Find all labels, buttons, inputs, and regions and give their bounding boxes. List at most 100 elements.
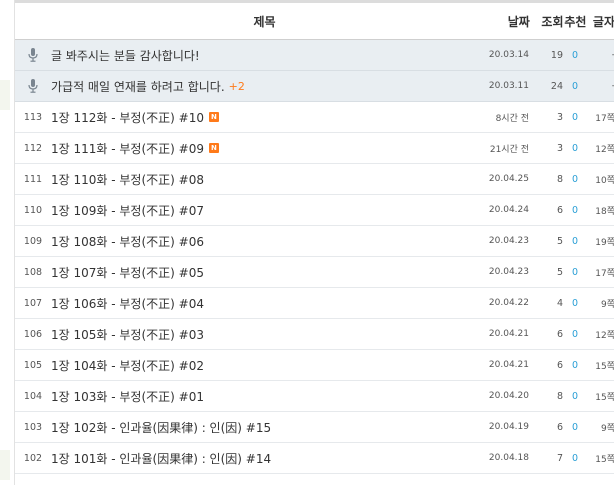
post-date: 20.04.25 <box>488 174 529 184</box>
view-count: 7 <box>556 452 563 464</box>
post-row[interactable]: 103 1장 102화 - 인과율(因果律) : 인(因) #15 20.04.19… <box>15 412 614 443</box>
view-count: 6 <box>556 328 563 340</box>
view-count: 8 <box>556 390 563 402</box>
char-count: 19쪽 <box>595 237 614 248</box>
reply-count: +2 <box>228 79 245 93</box>
header-title: 제목 <box>253 14 276 29</box>
post-date: 20.04.22 <box>488 298 529 308</box>
recommend-count: 0 <box>571 142 579 154</box>
view-count: 19 <box>550 49 563 61</box>
post-title-link[interactable]: 1장 104화 - 부정(不正) #02 <box>51 357 204 374</box>
char-count: 18쪽 <box>595 206 614 217</box>
post-date: 20.04.20 <box>488 391 529 401</box>
view-count: 6 <box>556 421 563 433</box>
header-views: 조회 <box>541 14 564 29</box>
char-count: - <box>587 50 614 60</box>
microphone-icon <box>15 48 51 62</box>
notice-row[interactable]: 글 봐주시는 분들 감사합니다! 20.03.14 19 0- <box>15 40 614 71</box>
post-number: 111 <box>23 173 43 185</box>
recommend-count: 0 <box>571 80 579 92</box>
microphone-icon <box>15 79 51 93</box>
post-row[interactable]: 102 1장 101화 - 인과율(因果律) : 인(因) #14 20.04.18… <box>15 443 614 474</box>
char-count: 12쪽 <box>595 330 614 341</box>
post-row[interactable]: 108 1장 107화 - 부정(不正) #05 20.04.23 5 0 17쪽 <box>15 257 614 288</box>
post-number: 106 <box>23 328 43 340</box>
char-count: 15쪽 <box>595 361 614 372</box>
post-date: 21시간 전 <box>489 144 529 155</box>
view-count: 5 <box>556 266 563 278</box>
notice-row[interactable]: 가급적 매일 연재를 하려고 합니다.+2 20.03.11 24 0- <box>15 71 614 102</box>
post-row[interactable]: 106 1장 105화 - 부정(不正) #03 20.04.21 6 0 12쪽 <box>15 319 614 350</box>
post-row[interactable]: 110 1장 109화 - 부정(不正) #07 20.04.24 6 0 18쪽 <box>15 195 614 226</box>
post-title-link[interactable]: 1장 103화 - 부정(不正) #01 <box>51 388 204 405</box>
post-title-link[interactable]: 1장 101화 - 인과율(因果律) : 인(因) #14 <box>51 450 271 467</box>
recommend-count: 0 <box>571 328 579 340</box>
post-row[interactable]: 109 1장 108화 - 부정(不正) #06 20.04.23 5 0 19쪽 <box>15 226 614 257</box>
post-row[interactable]: 107 1장 106화 - 부정(不正) #04 20.04.22 4 0 9쪽 <box>15 288 614 319</box>
post-date: 20.04.23 <box>488 267 529 277</box>
post-date: 8시간 전 <box>495 113 529 124</box>
view-count: 3 <box>556 142 563 154</box>
post-number: 113 <box>23 111 43 123</box>
char-count: 15쪽 <box>595 392 614 403</box>
side-marker <box>0 450 10 480</box>
new-badge: N <box>208 143 219 153</box>
char-count: 17쪽 <box>595 268 614 279</box>
post-number: 105 <box>23 359 43 371</box>
recommend-count: 0 <box>571 266 579 278</box>
post-date: 20.04.18 <box>488 453 529 463</box>
header-chars: 글자 <box>592 14 614 29</box>
post-date: 20.03.14 <box>488 50 529 60</box>
view-count: 4 <box>556 297 563 309</box>
post-number: 108 <box>23 266 43 278</box>
post-row[interactable]: 104 1장 103화 - 부정(不正) #01 20.04.20 8 0 15쪽 <box>15 381 614 412</box>
char-count: 10쪽 <box>595 175 614 186</box>
post-title-link[interactable]: 1장 112화 - 부정(不正) #10 <box>51 109 204 126</box>
post-title-link[interactable]: 1장 111화 - 부정(不正) #09 <box>51 140 204 157</box>
recommend-count: 0 <box>571 452 579 464</box>
char-count: 17쪽 <box>595 113 614 124</box>
post-title-link[interactable]: 1장 110화 - 부정(不正) #08 <box>51 171 204 188</box>
post-title-link[interactable]: 1장 105화 - 부정(不正) #03 <box>51 326 204 343</box>
header-recommend: 추천 <box>564 14 587 29</box>
char-count: - <box>587 81 614 91</box>
recommend-count: 0 <box>571 359 579 371</box>
post-row[interactable]: 111 1장 110화 - 부정(不正) #08 20.04.25 8 0 10쪽 <box>15 164 614 195</box>
post-title-link[interactable]: 1장 109화 - 부정(不正) #07 <box>51 202 204 219</box>
char-count: 9쪽 <box>600 299 614 310</box>
recommend-count: 0 <box>571 390 579 402</box>
new-badge: N <box>208 112 219 122</box>
post-date: 20.04.19 <box>488 422 529 432</box>
left-strip <box>0 0 14 485</box>
char-count: 9쪽 <box>600 423 614 434</box>
recommend-count: 0 <box>571 49 579 61</box>
post-row[interactable]: 113 1장 112화 - 부정(不正) #10 N 8시간 전 3 0 17쪽 <box>15 102 614 133</box>
post-title-link[interactable]: 1장 107화 - 부정(不正) #05 <box>51 264 204 281</box>
post-title-link[interactable]: 1장 102화 - 인과율(因果律) : 인(因) #15 <box>51 419 271 436</box>
notice-title-link[interactable]: 글 봐주시는 분들 감사합니다! <box>51 47 200 64</box>
recommend-count: 0 <box>571 297 579 309</box>
view-count: 6 <box>556 359 563 371</box>
recommend-count: 0 <box>571 173 579 185</box>
post-date: 20.04.21 <box>488 360 529 370</box>
post-number: 109 <box>23 235 43 247</box>
post-date: 20.04.24 <box>488 205 529 215</box>
recommend-count: 0 <box>571 111 579 123</box>
view-count: 6 <box>556 204 563 216</box>
char-count: 12쪽 <box>595 144 614 155</box>
post-date: 20.04.23 <box>488 236 529 246</box>
recommend-count: 0 <box>571 235 579 247</box>
recommend-count: 0 <box>571 204 579 216</box>
post-title-link[interactable]: 1장 106화 - 부정(不正) #04 <box>51 295 204 312</box>
header-date: 날짜 <box>507 14 530 29</box>
post-number: 107 <box>23 297 43 309</box>
view-count: 24 <box>550 80 563 92</box>
view-count: 3 <box>556 111 563 123</box>
char-count: 15쪽 <box>595 454 614 465</box>
post-title-link[interactable]: 1장 108화 - 부정(不正) #06 <box>51 233 204 250</box>
notice-title-link[interactable]: 가급적 매일 연재를 하려고 합니다. <box>51 78 225 95</box>
view-count: 8 <box>556 173 563 185</box>
post-row[interactable]: 105 1장 104화 - 부정(不正) #02 20.04.21 6 0 15쪽 <box>15 350 614 381</box>
post-row[interactable]: 112 1장 111화 - 부정(不正) #09 N 21시간 전 3 0 12쪽 <box>15 133 614 164</box>
recommend-count: 0 <box>571 421 579 433</box>
